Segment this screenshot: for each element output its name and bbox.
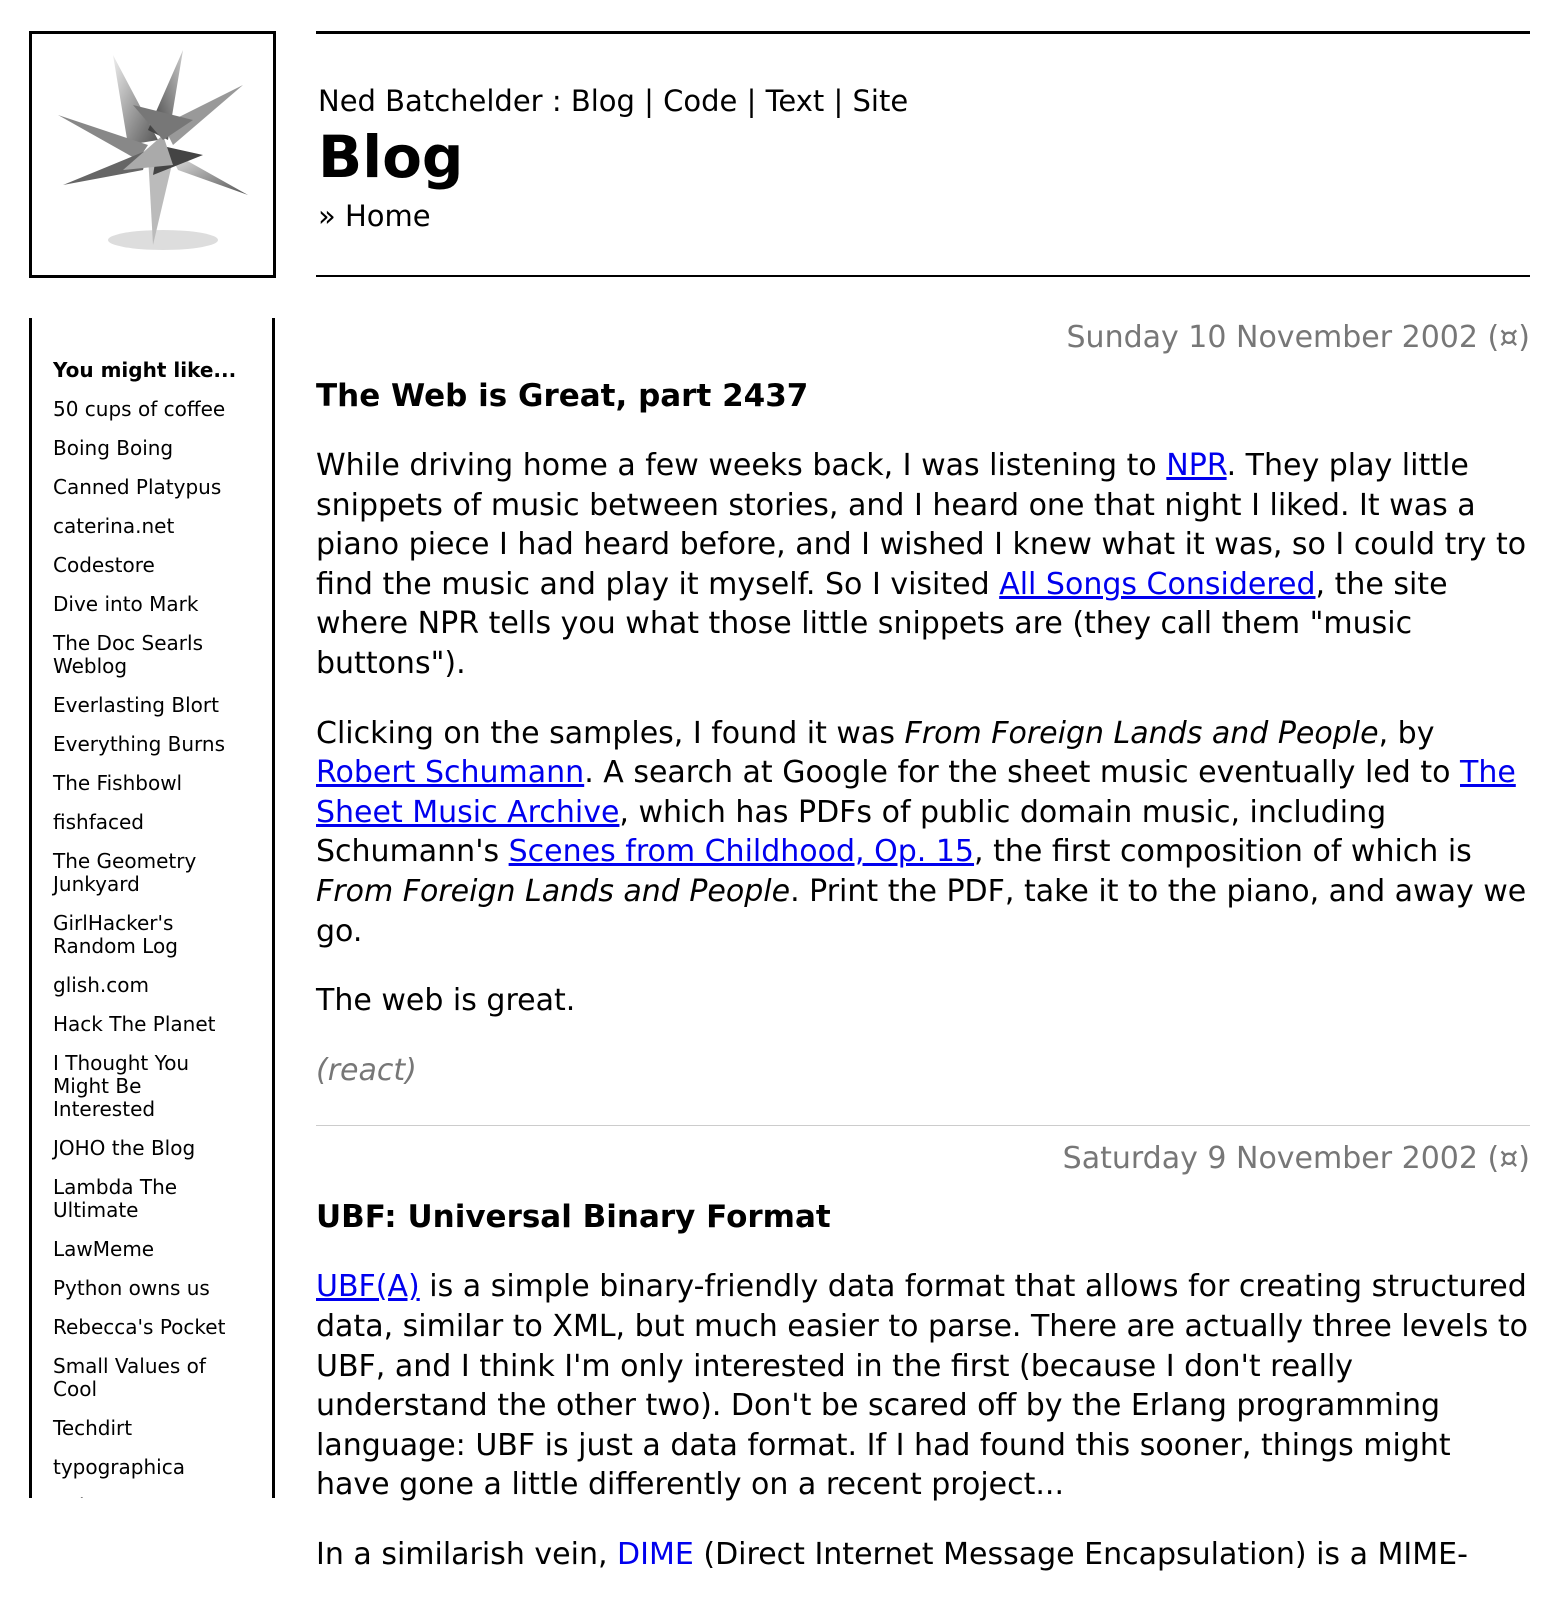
post-divider [316,1125,1530,1127]
robert-schumann-link[interactable]: Robert Schumann [316,755,584,790]
dime-link[interactable]: DIME [617,1537,694,1572]
sidebar-link[interactable]: Canned Platypus [53,476,243,499]
nav-site[interactable]: Site [853,84,909,118]
text: is a simple binary-friendly data format … [316,1269,1529,1503]
nav-separator: | [824,84,853,118]
sidebar-link[interactable]: Everything Burns [53,733,243,756]
sidebar-link[interactable]: Hack The Planet [53,1013,243,1036]
text: While driving home a few weeks back, I w… [316,448,1167,483]
site-header: Ned Batchelder : Blog | Code | Text | Si… [316,31,1530,277]
breadcrumb: » Home [318,199,431,233]
nav-separator: : [542,84,571,118]
blog-post: Sunday 10 November 2002 (¤) The Web is G… [316,318,1530,1090]
sidebar-heading: You might like... [53,358,237,382]
text: In a similarish vein, [316,1536,618,1572]
post-date[interactable]: Sunday 10 November 2002 (¤) [316,318,1530,355]
nav-separator: | [634,84,664,118]
text: Clicking on the samples, I found it was [316,715,905,751]
sidebar-link[interactable]: Everlasting Blort [53,694,243,717]
nav-blog[interactable]: Blog [571,84,635,118]
site-logo[interactable] [29,31,276,278]
blog-post: Saturday 9 November 2002 (¤) UBF: Univer… [316,1139,1530,1574]
sidebar-link[interactable]: 50 cups of coffee [53,398,243,421]
post-date[interactable]: Saturday 9 November 2002 (¤) [316,1139,1530,1176]
sidebar-link[interactable]: Techdirt [53,1417,243,1440]
post-paragraph: In a similarish vein, DIME (Direct Inter… [316,1535,1530,1575]
post-title: The Web is Great, part 2437 [316,378,809,414]
sidebar-link[interactable]: I Thought You Might Be Interested [53,1052,243,1121]
page-title: Blog [318,123,464,191]
sidebar-link[interactable]: The Doc Searls Weblog [53,632,243,678]
text: , the first composition of which is [974,834,1472,870]
emphasis: From Foreign Lands and People [316,873,791,909]
sidebar-link[interactable]: Boing Boing [53,437,243,460]
sidebar-link[interactable]: Rebecca's Pocket [53,1316,243,1339]
sidebar-link[interactable]: Dive into Mark [53,593,243,616]
nav-separator: | [737,84,766,118]
nav-owner[interactable]: Ned Batchelder [318,84,543,118]
sidebar-link[interactable]: Codestore [53,554,243,577]
sidebar-link[interactable]: typographica [53,1456,243,1479]
text: . A search at Google for the sheet music… [584,755,1460,791]
text: (Direct Internet Message Encapsulation) … [693,1536,1468,1572]
post-paragraph: The web is great. [316,983,576,1019]
react-link[interactable]: (react) [316,1051,1530,1091]
sidebar-link[interactable]: Python owns us [53,1277,243,1300]
post-title: UBF: Universal Binary Format [316,1199,831,1236]
sidebar: You might like... 50 cups of coffee Boin… [29,318,275,1498]
post-paragraph: UBF(A) is a simple binary-friendly data … [316,1267,1530,1505]
post-paragraph: Clicking on the samples, I found it was … [316,714,1530,952]
text: , by [1378,715,1435,751]
ubf-link[interactable]: UBF(A) [316,1269,420,1304]
all-songs-considered-link[interactable]: All Songs Considered [999,567,1315,602]
star-logo-icon [57,49,248,250]
sidebar-link[interactable]: caterina.net [53,515,243,538]
nav-text[interactable]: Text [766,84,825,118]
post-paragraph: While driving home a few weeks back, I w… [316,446,1530,684]
sidebar-link[interactable]: LawMeme [53,1238,243,1261]
sidebar-link[interactable]: JOHO the Blog [53,1137,243,1160]
sidebar-links: 50 cups of coffee Boing Boing Canned Pla… [53,398,243,1499]
sidebar-link[interactable]: The Geometry Junkyard [53,850,243,896]
emphasis: From Foreign Lands and People [904,715,1379,751]
main-content: Sunday 10 November 2002 (¤) The Web is G… [316,318,1530,1604]
nav-code[interactable]: Code [663,84,737,118]
sidebar-link[interactable]: Lambda The Ultimate [53,1176,243,1222]
sidebar-link[interactable]: The Fishbowl [53,772,243,795]
sidebar-link[interactable]: GirlHacker's Random Log [53,912,243,958]
top-nav: Ned Batchelder : Blog | Code | Text | Si… [318,84,908,118]
sidebar-link[interactable]: glish.com [53,974,243,997]
scenes-from-childhood-link[interactable]: Scenes from Childhood, Op. 15 [509,834,974,869]
sidebar-link[interactable]: Small Values of Cool [53,1355,243,1401]
npr-link[interactable]: NPR [1166,448,1226,483]
sidebar-link[interactable]: fishfaced [53,811,243,834]
